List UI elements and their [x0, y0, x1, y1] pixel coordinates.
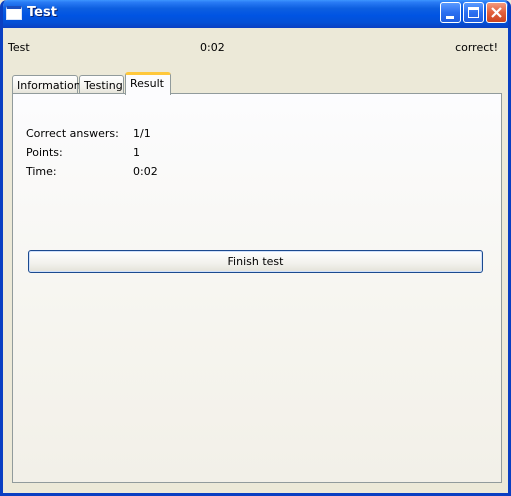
maximize-icon — [468, 7, 479, 18]
tab-result[interactable]: Result — [125, 72, 171, 95]
minimize-icon — [446, 16, 454, 19]
finish-test-button[interactable]: Finish test — [28, 250, 483, 273]
time-label: Time: — [26, 165, 57, 178]
window-icon — [6, 6, 22, 20]
time-value: 0:02 — [133, 165, 158, 178]
correct-answers-label: Correct answers: — [26, 127, 119, 140]
title-bar[interactable]: Test — [3, 0, 508, 28]
minimize-button[interactable] — [440, 2, 461, 23]
window-title: Test — [27, 5, 57, 20]
tab-testing[interactable]: Testing — [79, 75, 124, 94]
timer-label: 0:02 — [200, 41, 225, 54]
test-name-label: Test — [8, 41, 30, 54]
correct-answers-value: 1/1 — [133, 127, 151, 140]
close-icon — [491, 7, 502, 18]
points-label: Points: — [26, 146, 63, 159]
maximize-button[interactable] — [463, 2, 484, 23]
test-window: Test Test 0:02 correct! Information Test… — [0, 0, 511, 496]
close-button[interactable] — [486, 2, 507, 23]
result-panel: Correct answers: 1/1 Points: 1 Time: 0:0… — [12, 93, 502, 483]
points-value: 1 — [133, 146, 140, 159]
result-message-label: correct! — [455, 41, 498, 54]
tab-information[interactable]: Information — [12, 75, 81, 94]
